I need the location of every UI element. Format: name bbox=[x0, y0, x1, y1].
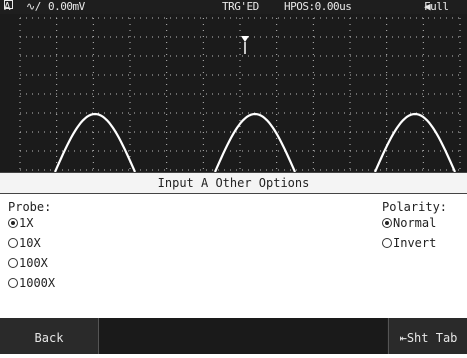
polarity-option-invert[interactable]: Invert bbox=[382, 236, 436, 250]
polarity-option-label: Normal bbox=[393, 216, 437, 230]
radio-selected-icon bbox=[382, 218, 392, 228]
waveform-trace bbox=[53, 112, 137, 172]
status-bar: A ∿/ 0.00mV TRG'ED HPOS:0.00us ◀ Full bbox=[0, 0, 467, 14]
probe-option-label: 100X bbox=[19, 256, 48, 270]
probe-label: Probe: bbox=[8, 200, 52, 214]
softkey-bar: Back ⇤Sht Tab bbox=[0, 318, 467, 354]
back-arrow-icon: ⇤ bbox=[399, 331, 407, 345]
shift-tab-button[interactable]: ⇤Sht Tab bbox=[388, 318, 467, 354]
radio-selected-icon bbox=[8, 218, 18, 228]
polarity-option-normal[interactable]: Normal bbox=[382, 216, 436, 230]
waveform-grid bbox=[19, 17, 461, 172]
radio-icon bbox=[8, 258, 18, 268]
probe-option-label: 1000X bbox=[19, 276, 56, 290]
channel-label: A bbox=[4, 0, 11, 13]
waveform-trace bbox=[213, 112, 297, 172]
trigger-state: TRG'ED bbox=[222, 0, 259, 13]
radio-icon bbox=[8, 278, 18, 288]
battery-label: Full bbox=[424, 0, 449, 13]
probe-option-10x[interactable]: 10X bbox=[8, 236, 41, 250]
radio-icon bbox=[382, 238, 392, 248]
probe-option-1000x[interactable]: 1000X bbox=[8, 276, 55, 290]
horizontal-position: HPOS:0.00us bbox=[284, 0, 352, 13]
polarity-option-label: Invert bbox=[393, 236, 437, 250]
softkey-blank bbox=[99, 318, 387, 354]
oscilloscope-screen: A ∿/ 0.00mV TRG'ED HPOS:0.00us ◀ Full Inp… bbox=[0, 0, 467, 354]
probe-option-1x[interactable]: 1X bbox=[8, 216, 33, 230]
probe-option-label: 1X bbox=[19, 216, 34, 230]
waveform-trace bbox=[373, 112, 457, 172]
shift-tab-label: Sht Tab bbox=[406, 331, 458, 345]
probe-option-100x[interactable]: 100X bbox=[8, 256, 48, 270]
polarity-label: Polarity: bbox=[382, 200, 448, 214]
waveform-display bbox=[0, 14, 467, 172]
back-button[interactable]: Back bbox=[0, 318, 99, 354]
radio-icon bbox=[8, 238, 18, 248]
probe-option-label: 10X bbox=[19, 236, 41, 250]
coupling-icon: ∿/ bbox=[26, 0, 41, 13]
trigger-marker-icon bbox=[241, 36, 249, 42]
options-panel: Probe: 1X 10X 100X 1000X Polarity: Norma… bbox=[0, 194, 467, 318]
menu-title: Input A Other Options bbox=[0, 172, 467, 194]
trigger-level: 0.00mV bbox=[48, 0, 85, 13]
